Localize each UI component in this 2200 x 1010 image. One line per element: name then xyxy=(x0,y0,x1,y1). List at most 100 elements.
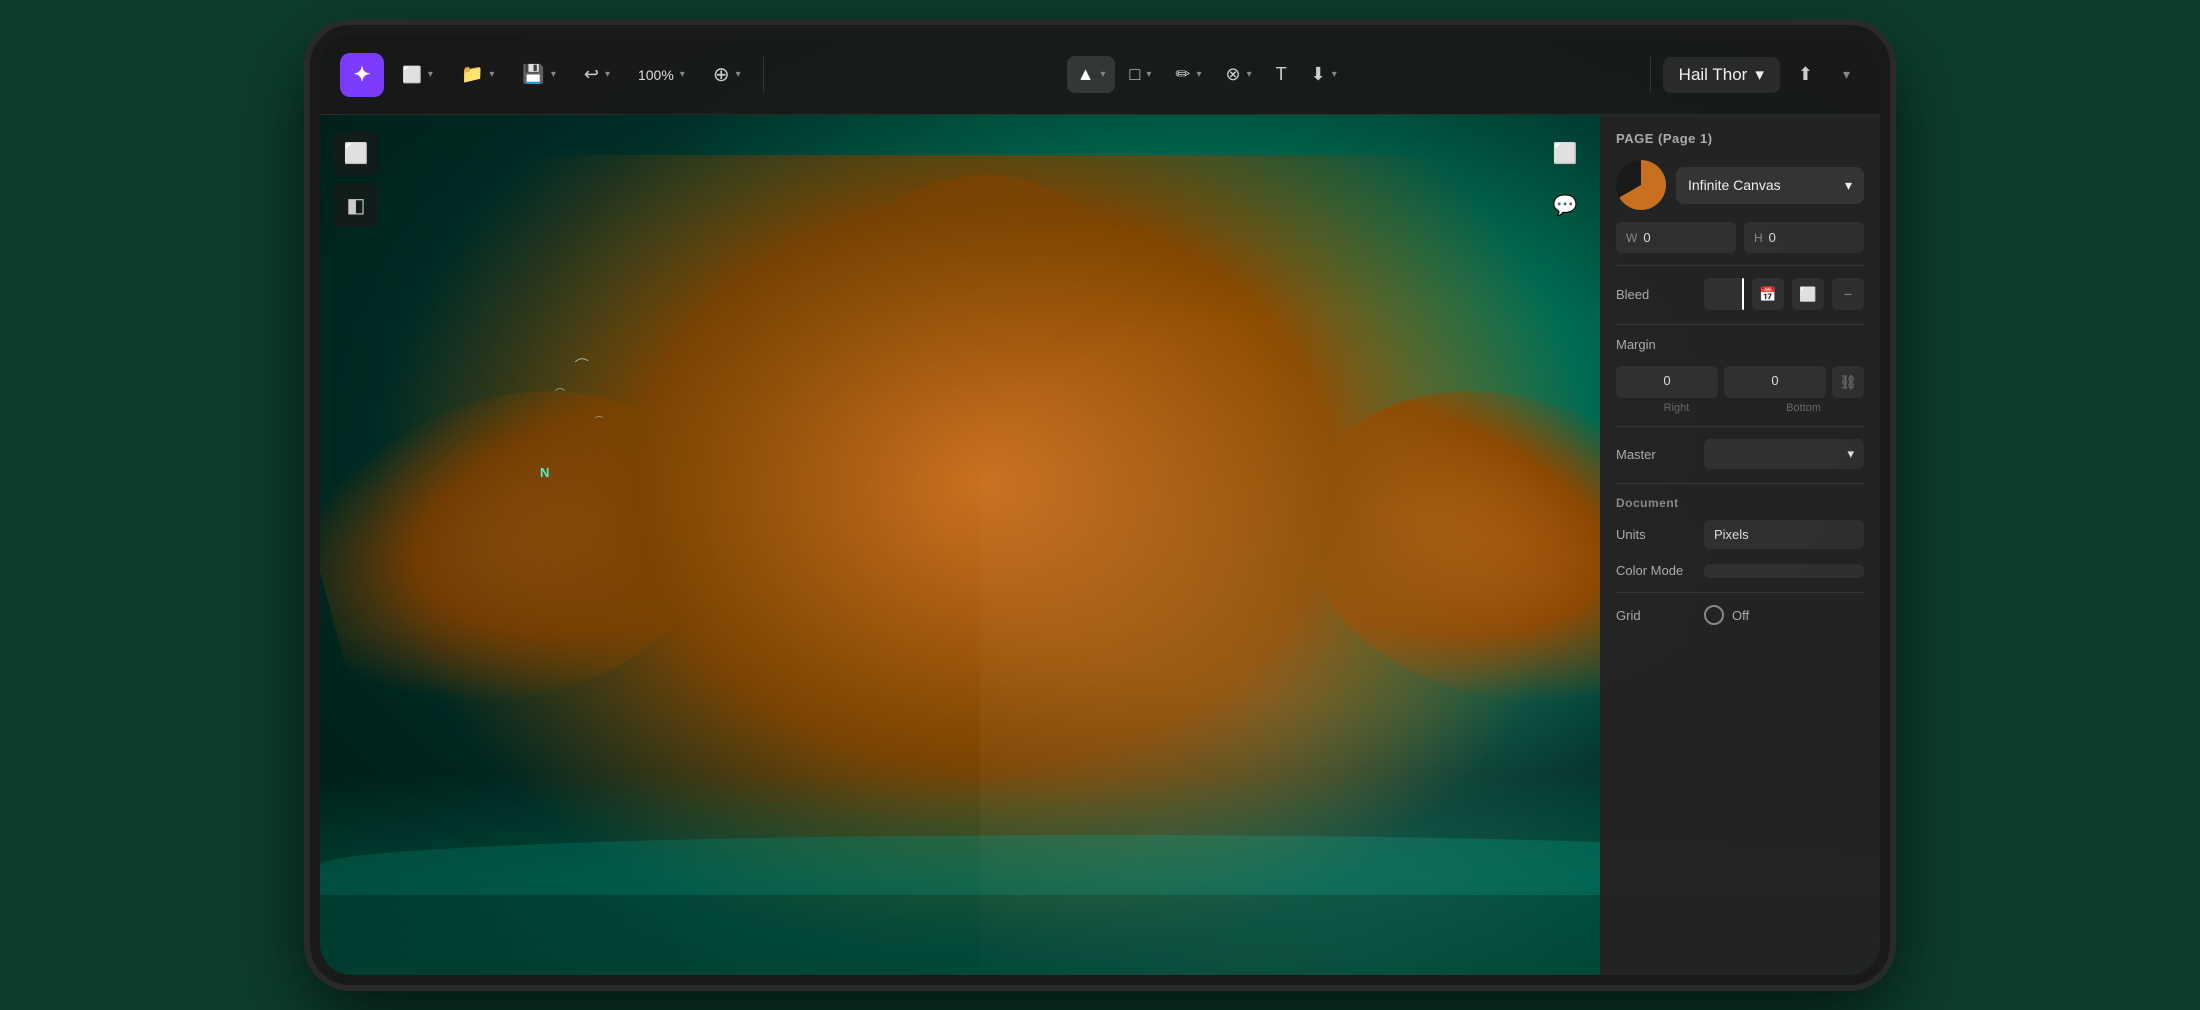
pen-tool-button[interactable]: ✏ ▾ xyxy=(1165,56,1211,93)
node-chevron: ▾ xyxy=(1247,69,1252,80)
divider-document xyxy=(1616,483,1864,484)
import-button[interactable]: ⬇ ▾ xyxy=(1301,56,1347,93)
save-button[interactable]: 💾 ▾ xyxy=(512,56,565,93)
share-button[interactable]: ⬆ xyxy=(1788,56,1823,93)
snap-icon: ⊕ xyxy=(713,62,730,87)
export-icon: ⬜ xyxy=(1553,141,1578,166)
wh-row: W 0 H 0 xyxy=(1616,222,1864,253)
pages-chevron: ▾ xyxy=(428,69,433,80)
margin-bottom-field[interactable]: 0 xyxy=(1724,366,1826,398)
grid-value: Off xyxy=(1732,608,1749,623)
margin-labels: Right Bottom xyxy=(1616,402,1864,414)
margin-label: Margin xyxy=(1616,337,1696,352)
tablet-frame: ⌒ ⌒ ⌒ N ✦ ⬜ ▾ 📁 ▾ 💾 ▾ xyxy=(310,25,1890,985)
rectangle-tool-button[interactable]: □ ▾ xyxy=(1119,56,1161,93)
snap-button[interactable]: ⊕ ▾ xyxy=(703,54,751,95)
width-field[interactable]: W 0 xyxy=(1616,222,1736,253)
layers-panel-icon: ◧ xyxy=(347,193,366,218)
pages-menu-button[interactable]: ⬜ ▾ xyxy=(392,57,443,93)
grid-toggle[interactable]: Off xyxy=(1704,605,1749,625)
import-chevron: ▾ xyxy=(1332,69,1337,80)
divider-grid xyxy=(1616,592,1864,593)
toolbar-right: Hail Thor ▾ ⬆ ▾ xyxy=(1663,56,1860,93)
save-chevron: ▾ xyxy=(551,69,556,80)
share-chevron: ▾ xyxy=(1843,66,1850,83)
node-icon: ⊗ xyxy=(1225,64,1240,85)
document-title-button[interactable]: Hail Thor ▾ xyxy=(1663,57,1780,93)
collab-icon: 💬 xyxy=(1553,193,1578,218)
margin-link-btn[interactable]: ⛓ xyxy=(1832,366,1864,398)
bleed-lock-btn[interactable]: ⬜ xyxy=(1792,278,1824,310)
units-value[interactable]: Pixels xyxy=(1704,520,1864,549)
collab-panel-button[interactable]: 💬 xyxy=(1543,183,1587,227)
bird-1: ⌒ xyxy=(574,354,590,375)
file-button[interactable]: 📁 ▾ xyxy=(451,56,504,93)
zoom-button[interactable]: 100% ▾ xyxy=(628,59,695,91)
canvas-type-label: Infinite Canvas xyxy=(1688,177,1781,193)
divider-1 xyxy=(763,57,764,93)
logo-button[interactable]: ✦ xyxy=(340,53,384,97)
text-tool-button[interactable]: T xyxy=(1266,56,1297,93)
color-mode-row: Color Mode xyxy=(1616,563,1864,578)
grid-row: Grid Off xyxy=(1616,605,1864,625)
text-icon: T xyxy=(1276,64,1287,85)
bleed-calendar-btn[interactable]: 📅 xyxy=(1752,278,1784,310)
units-text: Pixels xyxy=(1714,527,1749,542)
file-chevron: ▾ xyxy=(489,69,494,80)
snap-indicator: N xyxy=(540,465,549,480)
export-panel-button[interactable]: ⬜ xyxy=(1543,131,1587,175)
rect-chevron: ▾ xyxy=(1146,69,1151,80)
zoom-value: 100% xyxy=(638,67,674,83)
rectangle-icon: □ xyxy=(1129,64,1140,85)
select-tool-button[interactable]: ▲ ▾ xyxy=(1067,56,1116,93)
height-value: 0 xyxy=(1769,230,1776,245)
bleed-slider xyxy=(1742,278,1744,310)
divider-bleed xyxy=(1616,265,1864,266)
toolbar-center: ▲ ▾ □ ▾ ✏ ▾ ⊗ ▾ T ⬇ xyxy=(776,56,1638,93)
margin-right-field[interactable]: 0 xyxy=(1616,366,1718,398)
master-dropdown[interactable]: ▾ xyxy=(1704,439,1864,469)
page-color-swatch[interactable] xyxy=(1616,160,1666,210)
lock-icon: ⬜ xyxy=(1799,286,1816,303)
pages-panel-button[interactable]: ⬜ xyxy=(334,131,378,175)
undo-button[interactable]: ↩ ▾ xyxy=(574,56,620,93)
snap-chevron: ▾ xyxy=(736,69,741,80)
document-title: Hail Thor xyxy=(1679,65,1748,85)
left-sidebar: ⬜ ◧ xyxy=(320,115,392,243)
properties-panel: PAGE (Page 1) Infinite Canvas ▾ W 0 H 0 xyxy=(1600,115,1880,975)
margin-fields: 0 0 ⛓ xyxy=(1616,366,1864,398)
height-label: H xyxy=(1754,231,1763,245)
bleed-minus-btn[interactable]: − xyxy=(1832,278,1864,310)
node-tool-button[interactable]: ⊗ ▾ xyxy=(1215,56,1261,93)
bleed-row: Bleed 📅 ⬜ − xyxy=(1616,278,1864,310)
share-chevron-button[interactable]: ▾ xyxy=(1831,58,1860,91)
master-chevron: ▾ xyxy=(1847,446,1854,462)
link-icon: ⛓ xyxy=(1839,374,1857,391)
color-mode-value[interactable] xyxy=(1704,564,1864,578)
title-chevron: ▾ xyxy=(1755,65,1764,85)
calendar-icon: 📅 xyxy=(1759,286,1776,303)
color-mode-label: Color Mode xyxy=(1616,563,1696,578)
save-icon: 💾 xyxy=(522,64,544,85)
undo-icon: ↩ xyxy=(584,64,599,85)
master-row: Master ▾ xyxy=(1616,439,1864,469)
document-section-header: Document xyxy=(1616,496,1864,510)
margin-label-row: Margin xyxy=(1616,337,1864,352)
margin-bottom-label: Bottom xyxy=(1743,402,1864,414)
margin-right-label: Right xyxy=(1616,402,1737,414)
bleed-label: Bleed xyxy=(1616,287,1696,302)
share-icon: ⬆ xyxy=(1798,64,1813,85)
pages-panel-icon: ⬜ xyxy=(344,141,369,166)
select-chevron: ▾ xyxy=(1100,69,1105,80)
canvas-type-dropdown[interactable]: Infinite Canvas ▾ xyxy=(1676,167,1864,204)
height-field[interactable]: H 0 xyxy=(1744,222,1864,253)
layers-panel-button[interactable]: ◧ xyxy=(334,183,378,227)
grid-toggle-circle[interactable] xyxy=(1704,605,1724,625)
undo-chevron: ▾ xyxy=(605,69,610,80)
grid-label: Grid xyxy=(1616,608,1696,623)
pen-icon: ✏ xyxy=(1175,64,1190,85)
minus-icon: − xyxy=(1844,286,1852,302)
bleed-input[interactable] xyxy=(1704,278,1744,310)
divider-2 xyxy=(1650,57,1651,93)
panel-title: PAGE (Page 1) xyxy=(1616,131,1864,146)
